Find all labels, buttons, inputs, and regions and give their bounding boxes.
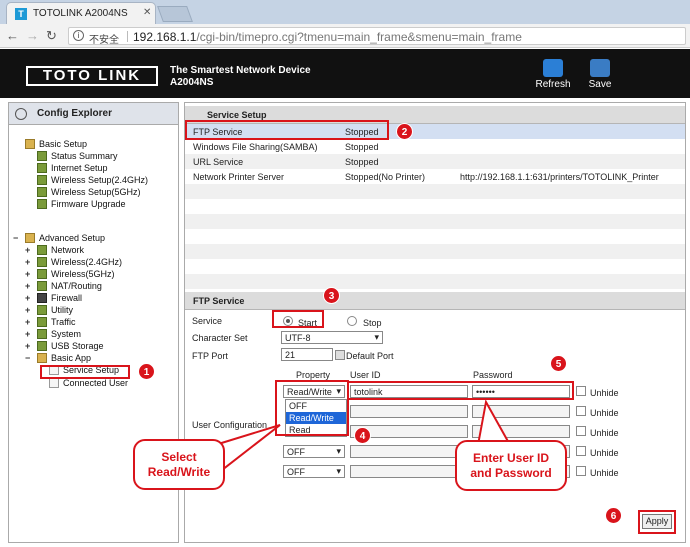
callout-line: and Password: [470, 466, 552, 480]
callout-select-readwrite: Select Read/Write: [133, 439, 225, 490]
callout-line: Read/Write: [147, 465, 211, 479]
callout-pointer-right: [476, 399, 512, 446]
callout-pointers: [213, 399, 512, 472]
callout-line: Enter User ID: [472, 451, 550, 465]
callout-enter-credentials: Enter User ID and Password: [455, 440, 567, 491]
callout-line: Select: [161, 450, 197, 464]
